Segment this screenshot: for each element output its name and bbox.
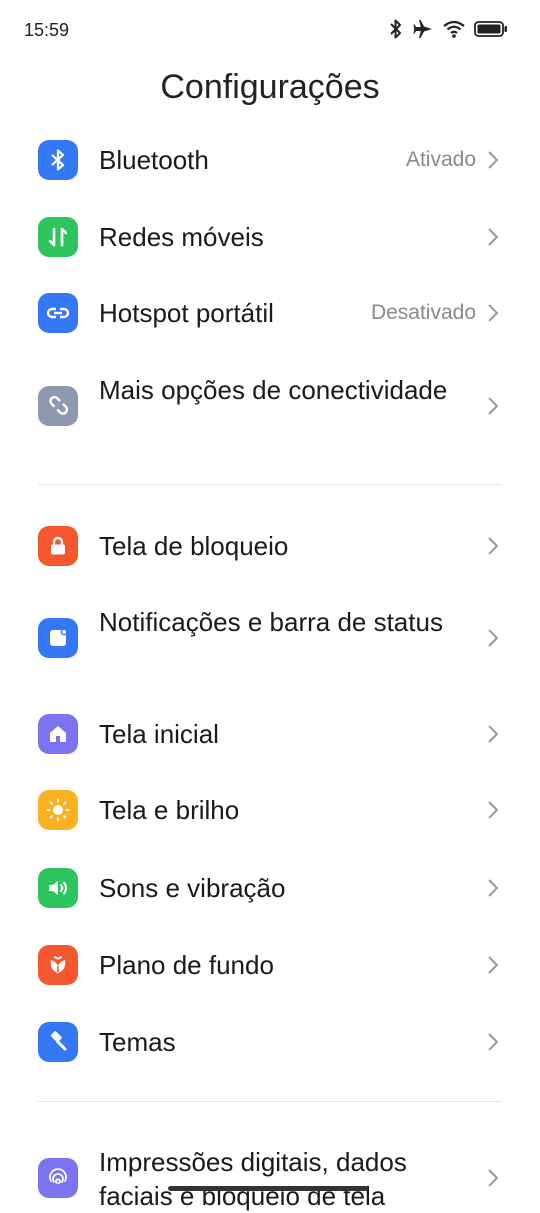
notification-icon [38, 618, 78, 658]
chevron-right-icon [488, 629, 499, 647]
setting-label: Mais opções de conectividade [99, 375, 448, 405]
section-divider [38, 484, 502, 485]
home-icon [38, 714, 78, 754]
chevron-right-icon [488, 1169, 499, 1187]
setting-label: Redes móveis [99, 222, 264, 252]
setting-home-screen[interactable]: Tela inicial [0, 714, 540, 754]
setting-wallpaper[interactable]: Plano de fundo [0, 945, 540, 985]
status-bar: 15:59 [0, 0, 540, 62]
chevron-right-icon [488, 397, 499, 415]
setting-mobile-networks[interactable]: Redes móveis [0, 217, 540, 257]
wifi-icon [442, 19, 466, 39]
link-icon [38, 386, 78, 426]
hotspot-icon [38, 293, 78, 333]
setting-label: Plano de fundo [99, 950, 274, 980]
lock-icon [38, 526, 78, 566]
setting-label: Impressões digitais, dados faciais e blo… [99, 1147, 407, 1211]
status-icons [388, 18, 508, 40]
setting-label: Temas [99, 1027, 176, 1057]
chevron-right-icon [488, 304, 499, 322]
setting-notifications[interactable]: Notificações e barra de status [0, 603, 540, 673]
chevron-right-icon [488, 151, 499, 169]
setting-label: Notificações e barra de status [99, 607, 443, 637]
fingerprint-icon [38, 1158, 78, 1198]
setting-label: Tela inicial [99, 719, 219, 749]
setting-bluetooth[interactable]: Bluetooth Ativado [0, 140, 540, 180]
themes-icon [38, 1022, 78, 1062]
status-time: 15:59 [24, 20, 70, 40]
chevron-right-icon [488, 537, 499, 555]
setting-label: Tela de bloqueio [99, 531, 289, 561]
setting-fingerprint-face-lock[interactable]: Impressões digitais, dados faciais e blo… [0, 1143, 540, 1213]
wallpaper-icon [38, 945, 78, 985]
airplane-mode-icon [412, 18, 434, 40]
setting-label: Sons e vibração [99, 873, 286, 903]
setting-themes[interactable]: Temas [0, 1022, 540, 1062]
section-divider [38, 1101, 502, 1102]
setting-hotspot[interactable]: Hotspot portátil Desativado [0, 293, 540, 333]
mobile-data-icon [38, 217, 78, 257]
bluetooth-status-icon [388, 18, 404, 40]
bluetooth-icon [38, 140, 78, 180]
chevron-right-icon [488, 725, 499, 743]
setting-label: Tela e brilho [99, 795, 240, 825]
chevron-right-icon [488, 801, 499, 819]
page-title: Configurações [160, 68, 380, 106]
setting-more-connectivity[interactable]: Mais opções de conectividade [0, 371, 540, 441]
chevron-right-icon [488, 879, 499, 897]
setting-sound-vibration[interactable]: Sons e vibração [0, 868, 540, 908]
speaker-icon [38, 868, 78, 908]
chevron-right-icon [488, 228, 499, 246]
setting-display-brightness[interactable]: Tela e brilho [0, 790, 540, 830]
battery-icon [474, 20, 508, 38]
setting-value: Ativado [405, 148, 476, 171]
chevron-right-icon [488, 1033, 499, 1051]
home-indicator[interactable] [168, 1186, 368, 1191]
setting-value: Desativado [370, 301, 476, 324]
chevron-right-icon [488, 956, 499, 974]
setting-lock-screen[interactable]: Tela de bloqueio [0, 526, 540, 566]
brightness-icon [38, 790, 78, 830]
